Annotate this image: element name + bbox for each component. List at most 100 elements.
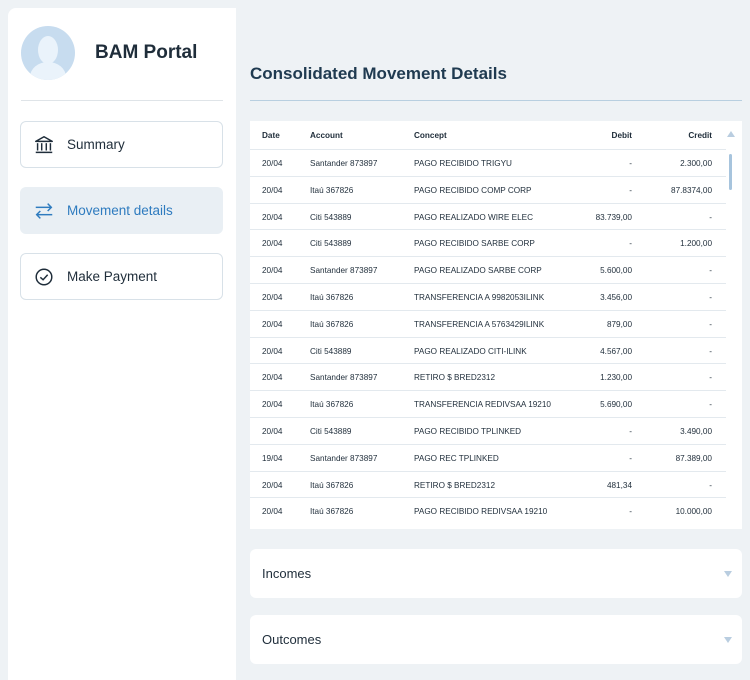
avatar-body-shape (30, 62, 66, 80)
cell-debit: 481,34 (606, 480, 632, 490)
cell-credit: 1.200,00 (680, 239, 712, 249)
title-divider (250, 100, 742, 101)
cell-account: Citi 543889 (310, 239, 352, 249)
cell-date: 20/04 (262, 480, 283, 490)
cell-debit: - (629, 239, 632, 249)
table-row[interactable]: 20/04 Itaú 367826 PAGO RECIBIDO COMP CORP -… (250, 175, 726, 203)
cell-account: Santander 873897 (310, 159, 378, 168)
bank-icon (35, 135, 53, 153)
cell-debit: 1.230,00 (600, 373, 632, 383)
cell-date: 20/04 (262, 319, 283, 329)
sidebar: BAM Portal Summary Movement details Make… (8, 8, 236, 680)
sort-up-icon[interactable] (727, 131, 735, 137)
table-row[interactable]: 20/04 Citi 543889 PAGO REALIZADO CITI-ILIN… (250, 336, 726, 364)
table-row[interactable]: 20/04 Itaú 367826 TRANSFERENCIA REDIVSAA 1… (250, 390, 726, 417)
chevron-down-icon (724, 637, 732, 643)
outcomes-section[interactable]: Outcomes (250, 615, 742, 664)
column-header-credit[interactable]: Credit (670, 131, 712, 140)
cell-account: Citi 543889 (310, 212, 352, 222)
sidebar-item-make-payment[interactable]: Make Payment (20, 253, 223, 300)
table-row[interactable]: 20/04 Santander 873897 PAGO REALIZADO SARB… (250, 256, 726, 283)
cell-credit: - (709, 346, 712, 356)
cell-date: 20/04 (262, 212, 283, 222)
sidebar-item-summary[interactable]: Summary (20, 121, 223, 168)
cell-concept: TRANSFERENCIA A 5763429ILINK (414, 319, 545, 329)
cell-credit: 87.389,00 (675, 453, 712, 463)
sidebar-item-label: Make Payment (67, 269, 158, 284)
sidebar-item-movement-details[interactable]: Movement details (20, 187, 223, 234)
check-circle-icon (35, 267, 53, 286)
cell-credit: 10.000,00 (675, 507, 712, 517)
cell-debit: - (629, 159, 632, 168)
cell-debit: 3.456,00 (600, 292, 632, 302)
cell-debit: - (629, 507, 632, 517)
chevron-down-icon (724, 571, 732, 577)
table-row[interactable]: 20/04 Citi 543889 PAGO RECIBIDO SARBE CORP… (250, 229, 726, 256)
column-header-account[interactable]: Account (310, 131, 343, 140)
avatar[interactable] (21, 26, 75, 80)
cell-debit: 879,00 (606, 319, 632, 329)
cell-concept: PAGO RECIBIDO TPLINKED (414, 426, 522, 436)
table-row[interactable]: 20/04 Itaú 367826 PAGO RECIBIDO REDIVSAA 1… (250, 497, 726, 524)
cell-account: Itaú 367826 (310, 480, 354, 490)
table-row[interactable]: 20/04 Santander 873897 PAGO RECIBIDO TRIGY… (250, 149, 726, 176)
sidebar-divider (21, 100, 223, 101)
table-row[interactable]: 20/04 Itaú 367826 RETIRO $ BRED2312 481,34 - (250, 470, 726, 498)
cell-credit: - (709, 319, 712, 329)
cell-concept: PAGO REC TPLINKED (414, 453, 499, 463)
cell-concept: RETIRO $ BRED2312 (414, 480, 495, 490)
table-row[interactable]: 20/04 Santander 873897 RETIRO $ BRED2312 1.… (250, 363, 726, 390)
sidebar-item-label: Movement details (67, 203, 173, 218)
cell-credit: - (709, 292, 712, 302)
cell-date: 20/04 (262, 426, 283, 436)
cell-account: Itaú 367826 (310, 507, 354, 517)
cell-concept: PAGO REALIZADO SARBE CORP (414, 266, 542, 276)
column-header-date[interactable]: Date (262, 131, 280, 140)
cell-credit: - (709, 400, 712, 410)
cell-concept: PAGO RECIBIDO COMP CORP (414, 185, 532, 195)
cell-concept: PAGO RECIBIDO TRIGYU (414, 159, 512, 168)
cell-concept: PAGO REALIZADO CITI-ILINK (414, 346, 527, 356)
cell-account: Itaú 367826 (310, 400, 354, 410)
sidebar-item-label: Summary (67, 137, 125, 152)
scrollbar-thumb[interactable] (729, 154, 732, 190)
cell-date: 20/04 (262, 373, 283, 383)
cell-concept: RETIRO $ BRED2312 (414, 373, 495, 383)
cell-date: 20/04 (262, 266, 283, 276)
table-row[interactable]: 20/04 Itaú 367826 TRANSFERENCIA A 9982053I… (250, 282, 726, 310)
cell-debit: 5.600,00 (600, 266, 632, 276)
cell-concept: TRANSFERENCIA REDIVSAA 19210 (414, 400, 551, 410)
cell-credit: - (709, 480, 712, 490)
cell-account: Santander 873897 (310, 453, 378, 463)
table-row[interactable]: 19/04 Santander 873897 PAGO REC TPLINKED - 8… (250, 443, 726, 471)
cell-concept: PAGO REALIZADO WIRE ELEC (414, 212, 534, 222)
cell-date: 20/04 (262, 507, 283, 517)
cell-debit: - (629, 453, 632, 463)
cell-date: 20/04 (262, 159, 283, 168)
cell-credit: 2.300,00 (680, 159, 712, 168)
incomes-section[interactable]: Incomes (250, 549, 742, 598)
cell-account: Citi 543889 (310, 426, 352, 436)
table-header: Date Account Concept Debit Credit (250, 121, 742, 149)
avatar-head-shape (38, 36, 58, 64)
column-header-concept[interactable]: Concept (414, 131, 447, 140)
table-body: 20/04 Santander 873897 PAGO RECIBIDO TRIGY… (250, 149, 726, 524)
movements-table: Date Account Concept Debit Credit 20/04 S… (250, 121, 742, 529)
cell-concept: TRANSFERENCIA A 9982053ILINK (414, 292, 545, 302)
cell-debit: - (629, 426, 632, 436)
column-header-debit[interactable]: Debit (590, 131, 632, 140)
cell-credit: - (709, 212, 712, 222)
cell-credit: 87.8374,00 (671, 185, 712, 195)
cell-concept: PAGO RECIBIDO SARBE CORP (414, 239, 535, 249)
cell-account: Itaú 367826 (310, 185, 354, 195)
cell-debit: 5.690,00 (600, 400, 632, 410)
table-row[interactable]: 20/04 Citi 543889 PAGO REALIZADO WIRE ELEC… (250, 202, 726, 230)
cell-account: Itaú 367826 (310, 292, 354, 302)
outcomes-section-label: Outcomes (262, 632, 322, 647)
table-row[interactable]: 20/04 Citi 543889 PAGO RECIBIDO TPLINKED - 3… (250, 416, 726, 444)
table-row[interactable]: 20/04 Itaú 367826 TRANSFERENCIA A 5763429I… (250, 309, 726, 337)
cell-debit: 83.739,00 (595, 212, 632, 222)
cell-credit: - (709, 266, 712, 276)
brand: BAM Portal (21, 26, 197, 80)
cell-date: 20/04 (262, 239, 283, 249)
